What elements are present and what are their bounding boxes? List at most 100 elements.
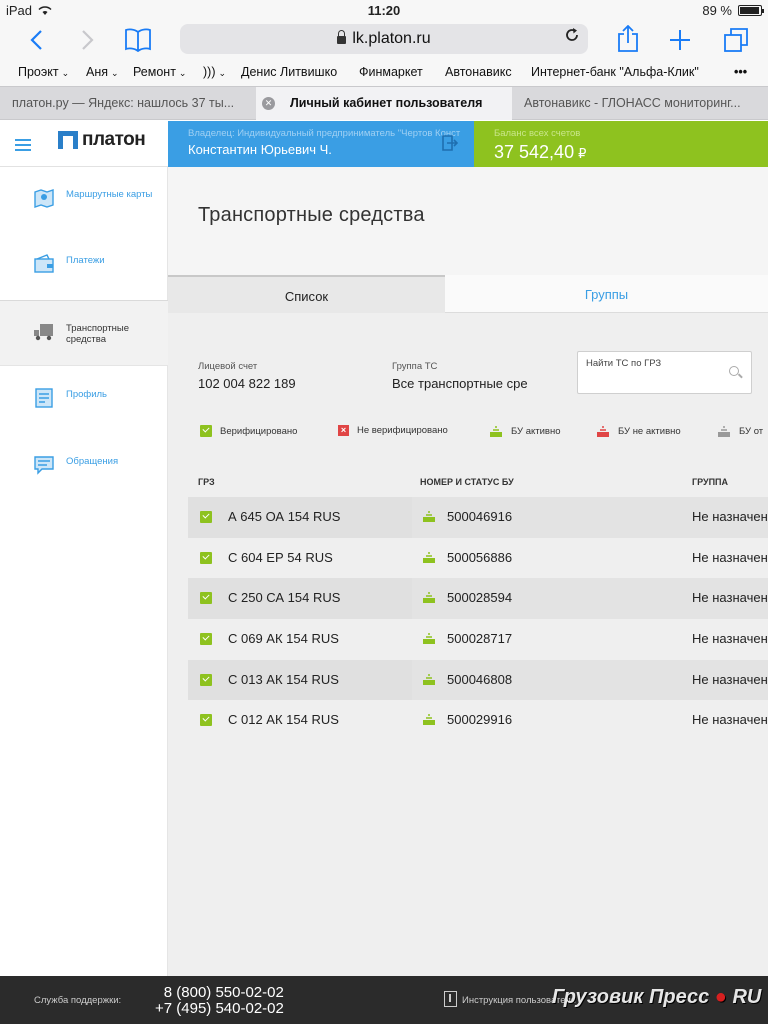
- balance-label: Баланс всех счетов: [494, 128, 581, 139]
- vehicle-plate[interactable]: С 250 СА 154 RUS: [228, 590, 340, 605]
- table-row[interactable]: С 013 АК 154 RUS 500046808 Не назначен: [188, 659, 768, 701]
- vehicle-plate[interactable]: С 604 ЕР 54 RUS: [228, 550, 333, 565]
- bookmark-denis[interactable]: Денис Литвишко: [241, 65, 337, 79]
- bookmark-folder-smile[interactable]: ))) ⌄: [203, 65, 226, 79]
- tabs-icon: [724, 28, 748, 52]
- reload-button[interactable]: [564, 27, 580, 48]
- address-bar[interactable]: lk.platon.ru: [180, 24, 588, 54]
- vehicle-group: Не назначен: [692, 549, 768, 565]
- status-bar: iPad 11:20 89 %: [0, 0, 768, 20]
- vehicle-plate[interactable]: А 645 ОА 154 RUS: [228, 509, 340, 524]
- legend-obu-inactive: БУ не активно: [596, 425, 681, 438]
- owner-panel: Владелец: Индивидуальный предприниматель…: [168, 121, 474, 167]
- vehicle-plate[interactable]: С 013 АК 154 RUS: [228, 672, 339, 687]
- logout-icon[interactable]: [440, 134, 458, 152]
- table-row[interactable]: С 604 ЕР 54 RUS 500056886 Не назначен: [188, 538, 768, 579]
- chevron-down-icon: ⌄: [111, 68, 119, 78]
- profile-icon: [35, 388, 53, 408]
- logo-area: платон: [0, 121, 168, 167]
- bookmark-avtonaviks[interactable]: Автонавикс: [445, 65, 512, 79]
- tabs-button[interactable]: [720, 24, 752, 56]
- map-icon: [34, 189, 54, 208]
- column-header-obu[interactable]: НОМЕР И СТАТУС БУ: [420, 477, 514, 487]
- vehicle-group: Не назначен: [692, 631, 768, 647]
- vehicle-group: Не назначен: [692, 509, 768, 524]
- plus-icon: [670, 30, 690, 50]
- support-label: Служба поддержки:: [34, 995, 122, 1006]
- close-icon[interactable]: ✕: [262, 97, 275, 110]
- share-button[interactable]: [612, 24, 644, 56]
- browser-tab-avtonaviks[interactable]: Автонавикс - ГЛОНАСС мониторинг...: [512, 87, 768, 120]
- watermark-logo: Грузовик Пресс ● RU: [552, 986, 762, 1008]
- sidebar-item-route-cards[interactable]: Маршрутные карты: [0, 167, 168, 233]
- obu-number: 500046916: [447, 509, 513, 524]
- page-title: Транспортные средства: [198, 204, 425, 226]
- plate-search-box[interactable]: [577, 351, 752, 394]
- chevron-down-icon: ⌄: [218, 68, 227, 78]
- browser-tab-platon[interactable]: ✕ Личный кабинет пользователя: [256, 87, 512, 120]
- truck-icon: [34, 324, 53, 341]
- vehicles-table: А 645 ОА 154 RUS 500046916 Не назначен С…: [188, 497, 768, 741]
- obu-number: 500028717: [447, 631, 513, 647]
- bookmark-finmarket[interactable]: Финмаркет: [359, 65, 423, 79]
- verified-check-icon: [200, 714, 212, 727]
- platon-logo-icon[interactable]: [58, 131, 78, 149]
- sidebar-item-payments[interactable]: Платежи: [0, 233, 168, 299]
- browser-tab-bar: платон.ру — Яндекс: нашлось 37 ты... ✕ Л…: [0, 86, 768, 120]
- table-row[interactable]: С 250 СА 154 RUS 500028594 Не назначен: [188, 578, 768, 620]
- bookmark-folder-remont[interactable]: Ремонт ⌄: [133, 65, 186, 79]
- support-phone-2[interactable]: +7 (495) 540-02-02: [155, 1001, 284, 1017]
- search-icon[interactable]: [729, 366, 739, 376]
- support-phones: 8 (800) 550-02-02 +7 (495) 540-02-02: [155, 985, 284, 1017]
- url-text: lk.platon.ru: [352, 30, 431, 47]
- bookmark-folder-proekt[interactable]: Проэкт ⌄: [18, 65, 69, 79]
- platon-logo-text[interactable]: платон: [82, 129, 146, 151]
- cross-icon: ×: [338, 425, 349, 436]
- obu-active-icon: [423, 674, 435, 685]
- obu-active-icon: [490, 426, 502, 437]
- table-row[interactable]: С 069 АК 154 RUS 500028717 Не назначен: [188, 619, 768, 660]
- table-row[interactable]: А 645 ОА 154 RUS 500046916 Не назначен: [188, 497, 768, 538]
- chevron-down-icon: ⌄: [178, 68, 187, 78]
- view-tabs: Список Группы: [168, 275, 768, 313]
- support-phone-1[interactable]: 8 (800) 550-02-02: [155, 985, 284, 1001]
- obu-number: 500028594: [447, 590, 513, 606]
- obu-number: 500029916: [447, 712, 513, 728]
- owner-name: Константин Юрьевич Ч.: [188, 142, 332, 157]
- chevron-right-icon: [82, 30, 94, 50]
- forward-button[interactable]: [72, 24, 104, 56]
- column-header-group[interactable]: ГРУППА: [692, 477, 728, 487]
- back-button[interactable]: [20, 24, 52, 56]
- legend-obu-active: БУ активно: [489, 425, 560, 438]
- chevron-left-icon: [30, 30, 42, 50]
- sidebar-item-profile[interactable]: Профиль: [0, 367, 168, 433]
- plate-search-input[interactable]: [586, 358, 726, 369]
- sidebar-item-requests[interactable]: Обращения: [0, 434, 168, 500]
- download-icon[interactable]: [444, 991, 457, 1007]
- vehicle-plate[interactable]: С 012 АК 154 RUS: [228, 712, 339, 727]
- obu-active-icon: [423, 511, 435, 522]
- bookmark-alfa-click[interactable]: Интернет-банк "Альфа-Клик": [531, 65, 699, 79]
- obu-active-icon: [423, 551, 435, 563]
- vehicle-group: Не назначен: [692, 590, 768, 606]
- obu-active-icon: [423, 592, 435, 604]
- vehicle-group-select[interactable]: Группа ТС Все транспортные сре: [392, 361, 528, 391]
- table-row[interactable]: С 012 АК 154 RUS 500029916 Не назначен: [188, 700, 768, 741]
- balance-panel: Баланс всех счетов 37 542,40 ₽: [474, 121, 768, 167]
- column-header-plate[interactable]: ГРЗ: [198, 477, 215, 487]
- bookmarks-button[interactable]: [122, 24, 154, 56]
- tab-groups[interactable]: Группы: [445, 275, 768, 313]
- vehicle-plate[interactable]: С 069 АК 154 RUS: [228, 631, 339, 646]
- owner-label: Владелец: Индивидуальный предприниматель…: [188, 128, 461, 139]
- new-tab-button[interactable]: [664, 24, 696, 56]
- bookmark-folder-anya[interactable]: Аня ⌄: [86, 65, 119, 79]
- wallet-icon: [34, 254, 54, 273]
- tab-list[interactable]: Список: [168, 275, 445, 313]
- menu-icon[interactable]: [15, 139, 31, 151]
- bookmarks-more-button[interactable]: •••: [734, 65, 747, 79]
- vehicle-group: Не назначен: [692, 712, 768, 728]
- account-value: 102 004 822 189: [198, 376, 296, 391]
- group-label: Группа ТС: [392, 361, 438, 372]
- sidebar-item-vehicles[interactable]: Транспортные средства: [0, 300, 168, 366]
- browser-tab-yandex[interactable]: платон.ру — Яндекс: нашлось 37 ты...: [0, 87, 256, 120]
